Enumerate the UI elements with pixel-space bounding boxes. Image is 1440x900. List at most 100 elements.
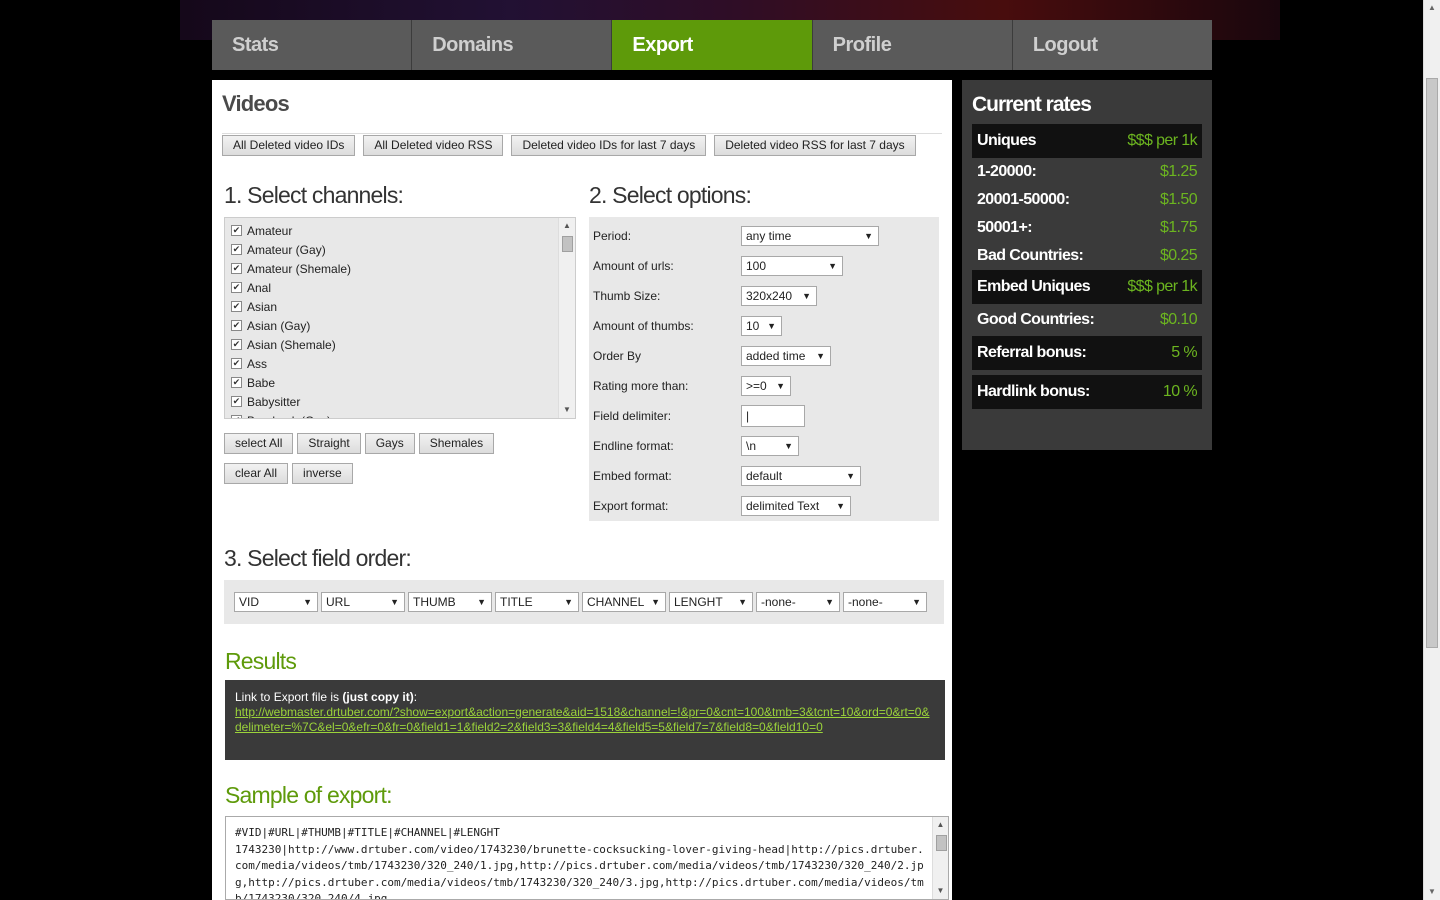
option-label: Amount of urls: xyxy=(593,259,674,273)
scroll-thumb[interactable] xyxy=(936,835,947,851)
field-order-heading: 3. Select field order: xyxy=(224,545,412,571)
tab-stats[interactable]: Stats xyxy=(212,20,413,70)
chevron-down-icon: ▼ xyxy=(846,471,855,481)
channel-item[interactable]: ✔ Ass xyxy=(231,354,575,373)
scroll-down-icon[interactable]: ▼ xyxy=(1424,884,1440,900)
select-value: LENGHT xyxy=(674,595,723,609)
channel-item[interactable]: ✔ Babe xyxy=(231,373,575,392)
scroll-down-icon[interactable]: ▼ xyxy=(933,883,948,899)
amount-urls-select[interactable]: 100 ▼ xyxy=(741,256,843,276)
field-select-8[interactable]: -none- ▼ xyxy=(843,592,927,612)
scroll-thumb[interactable] xyxy=(562,236,573,252)
option-amount-thumbs: Amount of thumbs: 10 ▼ xyxy=(593,311,935,341)
select-value: CHANNEL xyxy=(587,595,645,609)
channel-checkbox[interactable]: ✔ xyxy=(231,396,242,407)
uniques-unit: $$$ per 1k xyxy=(1127,132,1197,149)
rate-tier: 50001+: $1.75 xyxy=(972,214,1202,242)
scroll-up-icon[interactable]: ▲ xyxy=(1424,0,1440,16)
options-panel: Period: any time ▼ Amount of urls: 100 ▼ T… xyxy=(589,217,939,521)
select-value: -none- xyxy=(761,595,796,609)
export-format-select[interactable]: delimited Text ▼ xyxy=(741,496,851,516)
tier-label: 20001-50000: xyxy=(977,191,1070,208)
export-link[interactable]: http://webmaster.drtuber.com/?show=expor… xyxy=(235,705,935,735)
deleted-ids-7days-button[interactable]: Deleted video IDs for last 7 days xyxy=(511,135,707,156)
channel-checkbox[interactable]: ✔ xyxy=(231,301,242,312)
scroll-down-icon[interactable]: ▼ xyxy=(559,402,575,418)
page-scrollbar[interactable]: ▲ ▼ xyxy=(1423,0,1440,900)
channel-checkbox[interactable]: ✔ xyxy=(231,415,242,418)
gays-button[interactable]: Gays xyxy=(364,433,415,454)
order-by-select[interactable]: added time ▼ xyxy=(741,346,831,366)
chevron-down-icon: ▼ xyxy=(784,441,793,451)
field-select-5[interactable]: CHANNEL ▼ xyxy=(582,592,666,612)
sample-scrollbar[interactable]: ▲ ▼ xyxy=(932,817,948,899)
channel-item[interactable]: ✔ Amateur (Shemale) xyxy=(231,259,575,278)
field-select-3[interactable]: THUMB ▼ xyxy=(408,592,492,612)
tab-logout[interactable]: Logout xyxy=(1012,20,1213,70)
channel-item[interactable]: ✔ Asian xyxy=(231,297,575,316)
chevron-down-icon: ▼ xyxy=(802,291,811,301)
straight-button[interactable]: Straight xyxy=(297,433,361,454)
channel-item[interactable]: ✔ Bareback (Gay) xyxy=(231,411,575,418)
page-scroll-thumb[interactable] xyxy=(1426,78,1438,648)
select-all-button[interactable]: select All xyxy=(224,433,294,454)
channel-checkbox[interactable]: ✔ xyxy=(231,377,242,388)
scroll-up-icon[interactable]: ▲ xyxy=(933,817,948,833)
channel-item[interactable]: ✔ Babysitter xyxy=(231,392,575,411)
deleted-rss-7days-button[interactable]: Deleted video RSS for last 7 days xyxy=(714,135,916,156)
field-select-7[interactable]: -none- ▼ xyxy=(756,592,840,612)
select-value: default xyxy=(746,469,783,483)
select-value: \n xyxy=(746,439,757,453)
all-deleted-rss-button[interactable]: All Deleted video RSS xyxy=(363,135,504,156)
channel-item[interactable]: ✔ Asian (Gay) xyxy=(231,316,575,335)
channel-checkbox[interactable]: ✔ xyxy=(231,339,242,350)
channel-checkbox[interactable]: ✔ xyxy=(231,320,242,331)
tier-value: $1.25 xyxy=(1159,163,1198,180)
channel-checkbox[interactable]: ✔ xyxy=(231,263,242,274)
rating-select[interactable]: >=0 ▼ xyxy=(741,376,791,396)
rate-tier: 1-20000: $1.25 xyxy=(972,158,1202,186)
amount-thumbs-select[interactable]: 10 ▼ xyxy=(741,316,782,336)
scroll-up-icon[interactable]: ▲ xyxy=(559,218,575,234)
results-heading: Results xyxy=(225,648,297,674)
channel-item[interactable]: ✔ Anal xyxy=(231,278,575,297)
channel-label: Babysitter xyxy=(247,394,301,409)
chevron-down-icon: ▼ xyxy=(477,597,486,607)
field-select-6[interactable]: LENGHT ▼ xyxy=(669,592,753,612)
field-select-1[interactable]: VID ▼ xyxy=(234,592,318,612)
chevron-down-icon: ▼ xyxy=(825,597,834,607)
tab-domains[interactable]: Domains xyxy=(412,20,613,70)
thumb-size-select[interactable]: 320x240 ▼ xyxy=(741,286,817,306)
channel-label: Amateur (Gay) xyxy=(247,242,326,257)
channel-item[interactable]: ✔ Amateur xyxy=(231,221,575,240)
channel-checkbox[interactable]: ✔ xyxy=(231,358,242,369)
tab-export[interactable]: Export xyxy=(612,20,813,70)
inverse-button[interactable]: inverse xyxy=(292,463,353,484)
channel-checkbox[interactable]: ✔ xyxy=(231,244,242,255)
shemales-button[interactable]: Shemales xyxy=(418,433,495,454)
tier-label: 50001+: xyxy=(977,219,1033,236)
chevron-down-icon: ▼ xyxy=(912,597,921,607)
channel-checkbox[interactable]: ✔ xyxy=(231,282,242,293)
endline-select[interactable]: \n ▼ xyxy=(741,436,799,456)
channel-item[interactable]: ✔ Amateur (Gay) xyxy=(231,240,575,259)
embed-format-select[interactable]: default ▼ xyxy=(741,466,861,486)
field-delimiter-input[interactable]: | xyxy=(741,405,805,427)
chevron-down-icon: ▼ xyxy=(564,597,573,607)
period-select[interactable]: any time ▼ xyxy=(741,226,879,246)
chevron-down-icon: ▼ xyxy=(651,597,660,607)
referral-value: 5 % xyxy=(1171,344,1197,361)
select-value: 320x240 xyxy=(746,289,793,303)
tier-label: Bad Countries: xyxy=(977,247,1084,264)
channels-scrollbar[interactable]: ▲ ▼ xyxy=(558,218,575,418)
tab-profile[interactable]: Profile xyxy=(812,20,1013,70)
all-deleted-ids-button[interactable]: All Deleted video IDs xyxy=(222,135,356,156)
field-select-4[interactable]: TITLE ▼ xyxy=(495,592,579,612)
sample-textarea[interactable]: #VID|#URL|#THUMB|#TITLE|#CHANNEL|#LENGHT… xyxy=(225,816,949,900)
channel-item[interactable]: ✔ Asian (Shemale) xyxy=(231,335,575,354)
clear-all-button[interactable]: clear All xyxy=(224,463,289,484)
field-select-2[interactable]: URL ▼ xyxy=(321,592,405,612)
option-order-by: Order By added time ▼ xyxy=(593,341,935,371)
channel-checkbox[interactable]: ✔ xyxy=(231,225,242,236)
channels-list[interactable]: ✔ Amateur ✔ Amateur (Gay) ✔ Amateur (Shemale)… xyxy=(224,217,576,419)
